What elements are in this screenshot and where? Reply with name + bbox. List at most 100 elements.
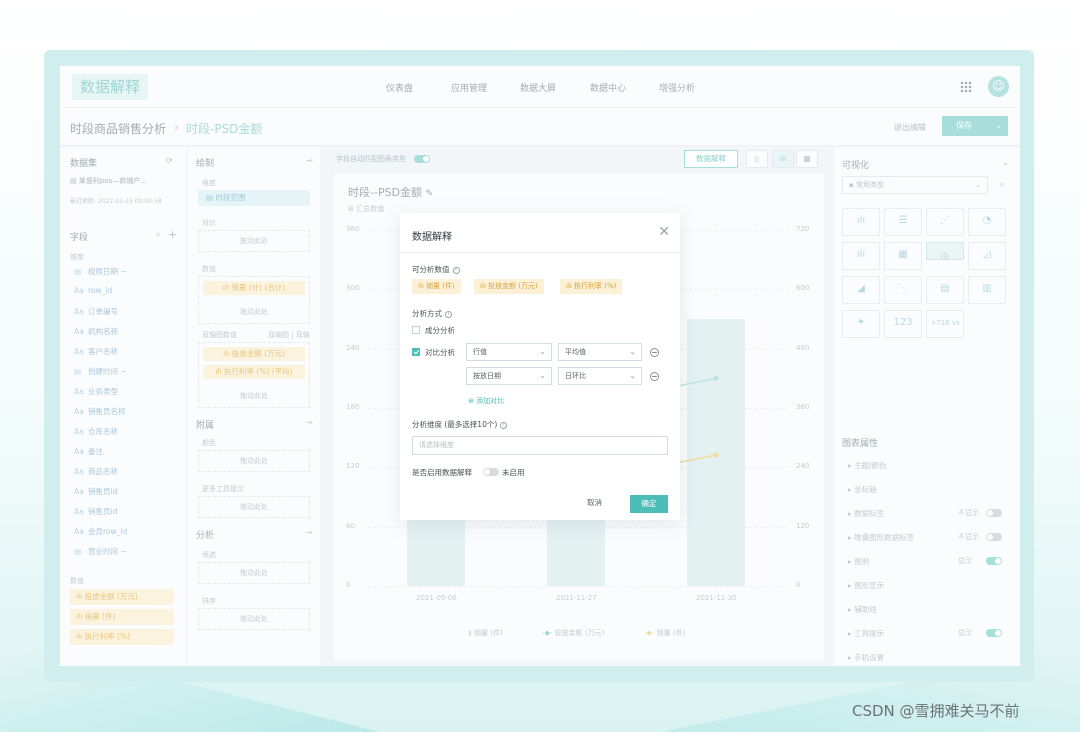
measure-item[interactable]: ılı 销量 (件) bbox=[70, 609, 174, 625]
chart-type-tile[interactable]: ▦ bbox=[884, 242, 922, 270]
chart-property-toggle[interactable] bbox=[986, 533, 1002, 541]
chart-property-item[interactable]: ▸ 图形显示 bbox=[848, 580, 884, 591]
dataset-name[interactable]: ▤ 某便利pos—商铺产... bbox=[70, 176, 147, 186]
dimension-field[interactable]: Aa row_id bbox=[74, 286, 112, 295]
dimension-field[interactable]: Aa 销售员id bbox=[74, 506, 117, 517]
chart-type-tile[interactable]: ✦ bbox=[842, 310, 880, 338]
legend-item[interactable]: -◆- 销量 (件) bbox=[644, 628, 685, 638]
brand-logo[interactable]: 数据解释 bbox=[72, 74, 149, 100]
color-drop-zone[interactable]: 拖动此处 bbox=[198, 450, 310, 472]
chart-type-tile[interactable]: ◿ bbox=[968, 242, 1006, 270]
compare-agg-select[interactable]: 平均值 ⌄ bbox=[558, 343, 642, 361]
dimension-field[interactable]: Aa 商品名称 bbox=[74, 466, 118, 477]
chart-property-item[interactable]: ▸ 堆叠图形数据标签 bbox=[848, 532, 914, 543]
close-icon[interactable]: ✕ bbox=[658, 224, 670, 240]
chart-type-tile[interactable]: ◢ bbox=[842, 276, 880, 304]
info-icon[interactable]: i bbox=[452, 266, 460, 274]
value-drop-zone[interactable]: ılı 销量 (计) (合计) 拖动此处 bbox=[198, 276, 310, 324]
dual-axis-mode[interactable]: 双轴图 | 双轴 bbox=[268, 330, 310, 340]
compare-drop-zone[interactable]: 拖动此处 bbox=[198, 230, 310, 252]
chart-property-item[interactable]: ▸ 工具提示 bbox=[848, 628, 884, 639]
remove-row-icon[interactable] bbox=[650, 372, 659, 381]
chart-view-icon[interactable]: ılı bbox=[772, 150, 794, 168]
dual-axis-chip[interactable]: ılı 执行利率 (%) (平均) bbox=[203, 365, 305, 379]
chevron-down-icon[interactable]: ⌄ bbox=[995, 116, 1002, 136]
dimension-field[interactable]: Aa 业务类型 bbox=[74, 386, 118, 397]
value-chip[interactable]: ılı 投放金额 (万元) bbox=[474, 279, 544, 294]
value-chip[interactable]: ılı 执行利率 (%) bbox=[560, 279, 623, 294]
save-button[interactable]: 保存 ⌄ bbox=[942, 116, 1008, 136]
component-analysis-checkbox[interactable] bbox=[412, 326, 420, 334]
chart-point[interactable] bbox=[713, 452, 719, 458]
legend-item[interactable]: ▮ 销量 (件) bbox=[468, 628, 503, 638]
info-icon[interactable]: i bbox=[445, 310, 452, 318]
confirm-button[interactable]: 确定 bbox=[630, 495, 668, 513]
refresh-icon[interactable]: ⟳ bbox=[166, 156, 173, 165]
nav-item-augmented-analysis[interactable]: 增强分析 bbox=[659, 81, 695, 94]
chart-type-tile[interactable]: 123 bbox=[884, 310, 922, 338]
add-compare-link[interactable]: ⊕ 添加对比 bbox=[468, 396, 504, 406]
chart-type-tile[interactable]: ılı bbox=[926, 242, 964, 262]
pin-icon[interactable]: ⊸ bbox=[306, 528, 313, 537]
dual-axis-chip[interactable]: ılı 投放金额 (万元) bbox=[203, 347, 305, 361]
breadcrumb-parent[interactable]: 时段商品销售分析 bbox=[70, 120, 166, 137]
chart-property-item[interactable]: ▸ 手机设置 bbox=[848, 652, 884, 663]
user-avatar-icon[interactable]: ☺ bbox=[988, 76, 1009, 97]
remove-row-icon[interactable] bbox=[650, 348, 659, 357]
chevron-down-icon[interactable]: ⌄ bbox=[1002, 158, 1009, 167]
dimension-field[interactable]: ▤ 按照日期 ~ bbox=[74, 266, 127, 277]
cancel-button[interactable]: 取消 bbox=[587, 497, 602, 508]
filter-drop-zone[interactable]: 拖动此处 bbox=[198, 562, 310, 584]
chart-type-tile[interactable]: ılı bbox=[842, 242, 880, 270]
chart-type-tile[interactable]: ◔ bbox=[968, 208, 1006, 236]
value-chip[interactable]: ılı 销量 (件) bbox=[412, 279, 461, 294]
chart-property-toggle[interactable] bbox=[986, 557, 1002, 565]
measure-item[interactable]: ılı 投放金额 (万元) bbox=[70, 589, 174, 605]
info-icon[interactable]: i bbox=[500, 421, 508, 429]
chart-property-item[interactable]: ▸ 数据标签 bbox=[848, 508, 884, 519]
search-icon[interactable]: ⌕ bbox=[156, 230, 160, 240]
chart-property-item[interactable]: ▸ 图例 bbox=[848, 556, 869, 567]
pin-icon[interactable]: ⊸ bbox=[306, 156, 313, 165]
dimension-field[interactable]: Aa 会员row_id bbox=[74, 526, 127, 537]
dimension-field[interactable]: Aa 销售员id bbox=[74, 486, 117, 497]
dimension-field[interactable]: Aa 机构名称 bbox=[74, 326, 118, 337]
chart-property-item[interactable]: ▸ 坐标轴 bbox=[848, 484, 877, 495]
value-chip[interactable]: ılı 销量 (计) (合计) bbox=[203, 281, 305, 295]
chart-property-item[interactable]: ▸ 主题/颜色 bbox=[848, 460, 887, 471]
legend-item[interactable]: -◆- 投放金额 (万元) bbox=[542, 628, 604, 638]
compare-field-select[interactable]: 行值 ⌄ bbox=[466, 343, 552, 361]
dimension-field[interactable]: Aa 备注 bbox=[74, 446, 103, 457]
dimension-field[interactable]: Aa 仓库名称 bbox=[74, 426, 118, 437]
enable-explain-toggle[interactable] bbox=[483, 468, 499, 476]
data-explain-button[interactable]: 数据解释 bbox=[684, 150, 738, 168]
nav-item-dashboard[interactable]: 仪表盘 bbox=[386, 81, 413, 94]
search-icon[interactable]: ⌕ bbox=[1000, 180, 1004, 190]
dimension-field[interactable]: Aa 订单编号 bbox=[74, 306, 118, 317]
dimension-chip[interactable]: ▤ 时段范围 bbox=[198, 190, 310, 206]
add-field-icon[interactable]: + bbox=[168, 228, 177, 241]
chart-point[interactable] bbox=[713, 375, 719, 381]
apps-grid-icon[interactable] bbox=[960, 81, 972, 93]
grid-view-icon[interactable]: ▦ bbox=[796, 150, 818, 168]
dimension-field[interactable]: Aa 销售员名称 bbox=[74, 406, 126, 417]
tooltip-drop-zone[interactable]: 拖动此处 bbox=[198, 496, 310, 518]
compare-date-select[interactable]: 按放日期 ⌄ bbox=[466, 367, 552, 385]
nav-item-app-manage[interactable]: 应用管理 bbox=[451, 81, 487, 94]
chart-property-toggle[interactable] bbox=[986, 509, 1002, 517]
dual-axis-drop-zone[interactable]: ılı 投放金额 (万元) ılı 执行利率 (%) (平均) 拖动此处 bbox=[198, 342, 310, 408]
dimension-select-input[interactable]: 请选择维度 bbox=[412, 436, 668, 455]
measure-item[interactable]: ılı 执行利率 (%) bbox=[70, 629, 174, 645]
chart-type-tile[interactable]: ılı bbox=[842, 208, 880, 236]
nav-item-big-screen[interactable]: 数据大屏 bbox=[520, 81, 556, 94]
chart-type-tile[interactable]: ▥ bbox=[968, 276, 1006, 304]
sort-drop-zone[interactable]: 拖动此处 bbox=[198, 608, 310, 630]
exit-edit-link[interactable]: 退出编辑 bbox=[894, 122, 926, 133]
dimension-field[interactable]: ▤ 创建时间 ~ bbox=[74, 366, 127, 377]
compare-period-select[interactable]: 日环比 ⌄ bbox=[558, 367, 642, 385]
chart-type-tile[interactable]: ⋱ bbox=[884, 276, 922, 304]
auto-match-toggle[interactable] bbox=[414, 155, 430, 163]
table-view-icon[interactable]: ▯ bbox=[746, 150, 768, 168]
chart-property-toggle[interactable] bbox=[986, 629, 1002, 637]
chart-type-select[interactable]: ▪ 常用类型 ⌄ bbox=[842, 176, 988, 194]
